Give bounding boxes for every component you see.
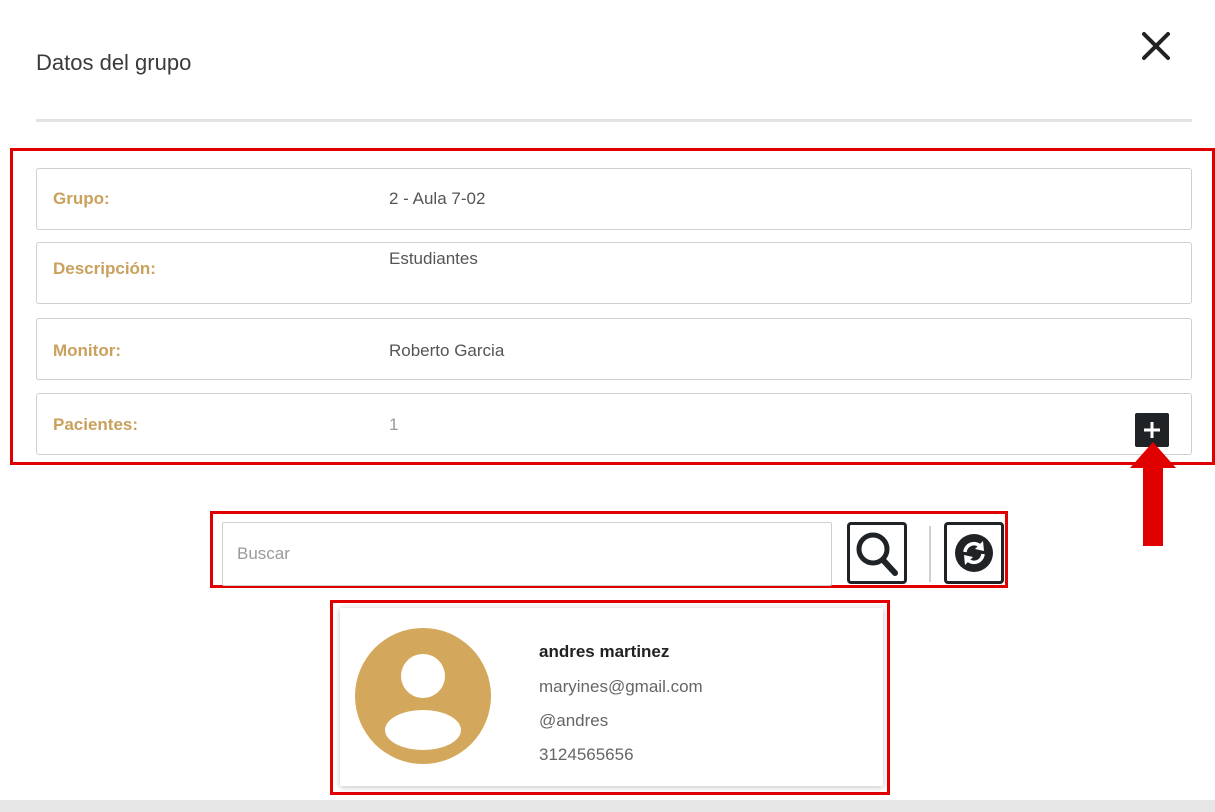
refresh-button[interactable] xyxy=(944,522,1004,584)
field-descripcion-label: Descripción: xyxy=(53,259,156,278)
patient-name: andres martinez xyxy=(539,642,670,661)
red-arrow-annotation xyxy=(1130,442,1176,546)
field-grupo-label: Grupo: xyxy=(53,189,110,208)
patient-phone: 3124565656 xyxy=(539,745,634,764)
field-monitor-value: Roberto Garcia xyxy=(389,341,505,360)
patient-email: maryines@gmail.com xyxy=(539,677,703,696)
search-button[interactable] xyxy=(847,522,907,584)
dialog-title: Datos del grupo xyxy=(36,50,192,75)
header-divider xyxy=(36,119,1192,122)
field-grupo: Grupo: 2 - Aula 7-02 xyxy=(36,168,1192,230)
field-pacientes: Pacientes: 1 xyxy=(36,393,1192,455)
patient-username: @andres xyxy=(539,711,609,730)
bottom-border xyxy=(0,800,1215,812)
field-descripcion: Descripción: Estudiantes xyxy=(36,242,1192,304)
field-pacientes-label: Pacientes: xyxy=(53,415,139,434)
field-monitor-label: Monitor: xyxy=(53,341,121,360)
search-separator xyxy=(929,526,931,582)
field-grupo-value: 2 - Aula 7-02 xyxy=(389,189,486,208)
magnifier-icon xyxy=(856,532,898,576)
field-monitor: Monitor: Roberto Garcia xyxy=(36,318,1192,380)
field-pacientes-value: 1 xyxy=(389,415,399,434)
refresh-icon xyxy=(955,534,993,572)
search-input[interactable] xyxy=(222,522,832,586)
user-avatar-icon xyxy=(355,628,491,764)
field-descripcion-value: Estudiantes xyxy=(389,249,478,268)
close-icon[interactable] xyxy=(1138,28,1174,64)
